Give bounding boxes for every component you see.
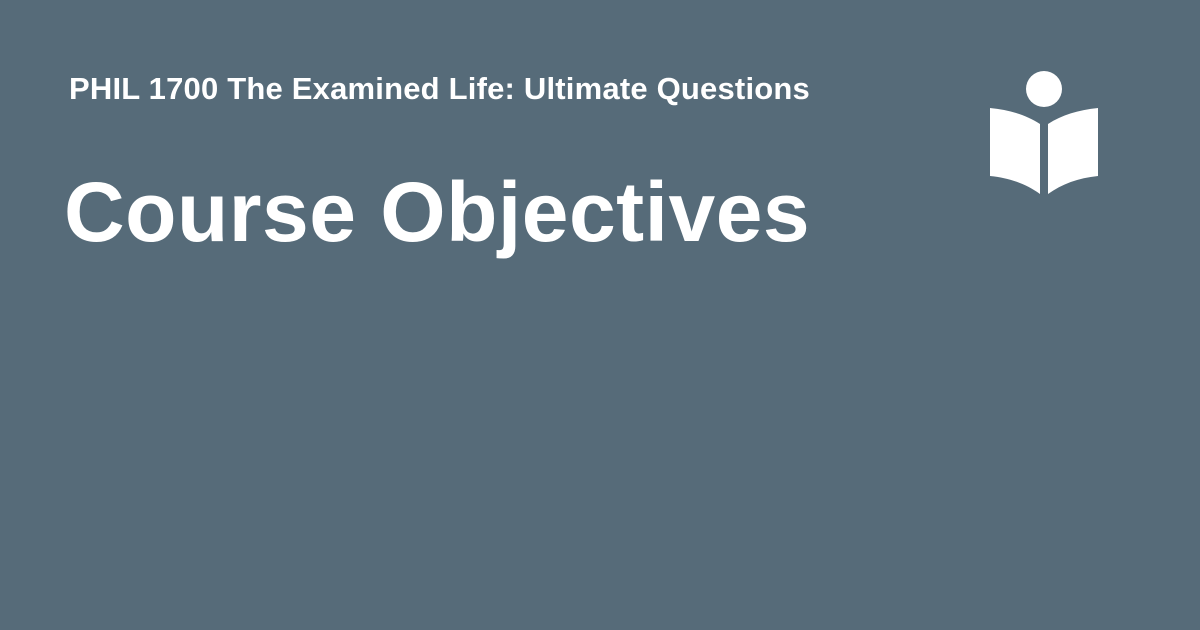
course-name: PHIL 1700 The Examined Life: Ultimate Qu… [69, 71, 810, 106]
social-share-card: PHIL 1700 The Examined Life: Ultimate Qu… [0, 0, 1200, 630]
reader-book-icon [988, 70, 1100, 198]
page-title: Course Objectives [64, 165, 811, 259]
